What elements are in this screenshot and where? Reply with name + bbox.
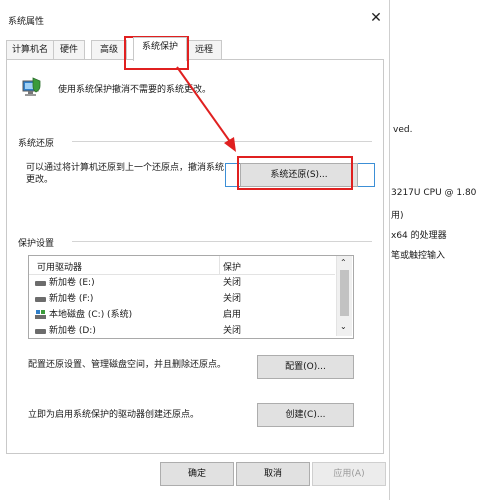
tab-system-protection[interactable]: 系统保护 [133, 37, 187, 61]
annotation-arrow [176, 66, 236, 152]
